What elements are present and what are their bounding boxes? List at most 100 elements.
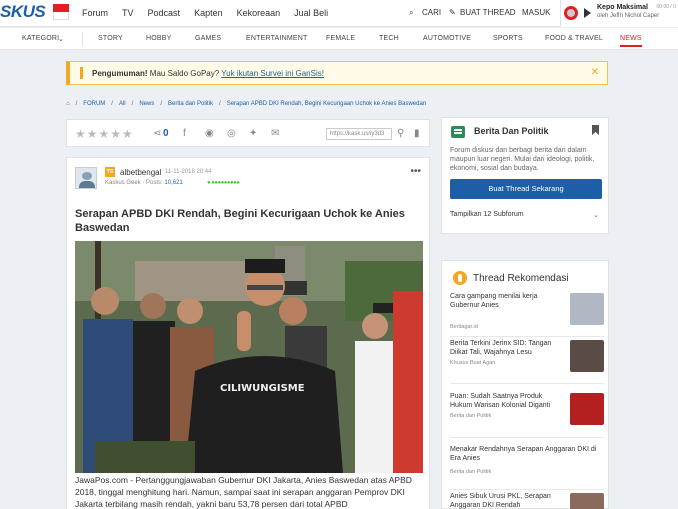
- rec-item-title[interactable]: Anies Sibuk Urusi PKL, Serapan Anggaran …: [450, 493, 556, 509]
- category-female[interactable]: FEMALE: [326, 35, 355, 42]
- login-button[interactable]: MASUK: [522, 8, 550, 17]
- top-navbar: SKUS Forum TV Podcast Kapten Kekoreaan J…: [0, 0, 678, 27]
- more-options-icon[interactable]: •••: [410, 166, 421, 177]
- shirt-text: CILIWUNGISME: [220, 383, 305, 394]
- announcement-banner: Pengumuman! Mau Saldo GoPay? Yuk ikutan …: [66, 61, 608, 85]
- avatar[interactable]: [75, 167, 97, 189]
- whatsapp-icon[interactable]: ◎: [227, 128, 236, 139]
- user-meta: Kaskus Geek · Posts: 10,621: [105, 180, 183, 186]
- announcement-text: Pengumuman! Mau Saldo GoPay? Yuk ikutan …: [92, 69, 324, 78]
- rec-item[interactable]: Anies Sibuk Urusi PKL, Serapan Anggaran …: [450, 493, 604, 509]
- thread-url-field[interactable]: https://kask.us/iy3d3: [326, 128, 392, 140]
- top-nav: Forum TV Podcast Kapten Kekoreaan Jual B…: [82, 8, 328, 18]
- thread-action-bar: ★★★★★ ⋖ 0 f ◉ ◎ ✦ ✉ https://kask.us/iy3d…: [66, 119, 430, 147]
- category-food-travel[interactable]: FOOD & TRAVEL: [545, 35, 603, 42]
- category-story[interactable]: STORY: [98, 35, 123, 42]
- album-disc-icon: [564, 6, 578, 20]
- nav-forum[interactable]: Forum: [82, 8, 108, 18]
- rating-stars-icon[interactable]: ★★★★★: [75, 127, 134, 141]
- create-thread-button[interactable]: BUAT THREAD: [460, 8, 516, 17]
- search-button[interactable]: CARI: [422, 8, 441, 17]
- rec-item-title[interactable]: Berita Terkini Jerinx SID: Tangan Diikat…: [450, 340, 556, 357]
- play-icon[interactable]: [584, 8, 591, 18]
- indonesia-flag-icon: [53, 4, 69, 20]
- category-dropdown[interactable]: KATEGORI: [22, 35, 59, 42]
- recommendation-title: Thread Rekomendasi: [473, 273, 569, 284]
- category-automotive[interactable]: AUTOMOTIVE: [423, 35, 471, 42]
- pencil-icon[interactable]: ✎: [449, 8, 456, 17]
- create-thread-now-button[interactable]: Buat Thread Sekarang: [450, 179, 602, 199]
- kaskus-logo[interactable]: SKUS: [0, 2, 46, 22]
- rec-item-title[interactable]: Menakar Rendahnya Serapan Anggaran DKI d…: [450, 446, 600, 463]
- rec-item-thumbnail[interactable]: [570, 393, 604, 425]
- bookmark-icon[interactable]: ▮: [414, 128, 420, 139]
- thread-photo: CILIWUNGISME: [75, 241, 423, 473]
- category-bar: KATEGORI ⌄ STORY HOBBY GAMES ENTERTAINME…: [0, 28, 678, 50]
- username[interactable]: albetbengal: [120, 168, 161, 177]
- category-hobby[interactable]: HOBBY: [146, 35, 172, 42]
- search-icon[interactable]: ⌕: [409, 8, 413, 18]
- category-games[interactable]: GAMES: [195, 35, 221, 42]
- rec-item[interactable]: Berita Terkini Jerinx SID: Tangan Diikat…: [450, 340, 604, 384]
- rec-item-title[interactable]: Puan: Sudah Saatnya Produk Hukum Warisan…: [450, 393, 556, 410]
- share-icon[interactable]: ⋖: [153, 128, 161, 139]
- chevron-down-icon[interactable]: ⌄: [593, 211, 599, 219]
- announcement-icon: [80, 67, 83, 79]
- rec-item-title[interactable]: Cara gampang menilai kerja Gubernur Anie…: [450, 293, 556, 310]
- email-icon[interactable]: ✉: [271, 128, 279, 139]
- rec-item-thumbnail[interactable]: [570, 493, 604, 509]
- thread-title: Serapan APBD DKI Rendah, Begini Kecuriga…: [75, 208, 405, 234]
- user-role: Kaskus Geek: [105, 180, 141, 186]
- nav-podcast[interactable]: Podcast: [148, 8, 181, 18]
- post-body: JawaPos.com - Pertanggungjawaban Gubernu…: [75, 475, 412, 509]
- rec-item-thumbnail[interactable]: [570, 293, 604, 325]
- divider: [82, 32, 83, 46]
- breadcrumb-forum[interactable]: FORUM: [83, 101, 105, 107]
- forum-title[interactable]: Berita Dan Politik: [474, 126, 549, 136]
- music-player: Kepo Maksimal oleh Jeffri Nichol Caper 0…: [560, 0, 678, 27]
- bookmark-icon[interactable]: [592, 125, 599, 135]
- nav-jual-beli[interactable]: Jual Beli: [294, 8, 328, 18]
- reputation-bar-icon: ● ●●●●●●●●●: [207, 180, 240, 186]
- nav-kapten[interactable]: Kapten: [194, 8, 223, 18]
- nav-kekoreaan[interactable]: Kekoreaan: [237, 8, 281, 18]
- category-tech[interactable]: TECH: [379, 35, 399, 42]
- rec-item[interactable]: Cara gampang menilai kerja Gubernur Anie…: [450, 293, 604, 337]
- forum-category-icon: [451, 126, 465, 138]
- recommendation-box: Thread Rekomendasi Cara gampang menilai …: [441, 260, 609, 509]
- show-subforum-toggle[interactable]: Tampilkan 12 Subforum: [450, 211, 524, 218]
- thread-post: TS albetbengal 11-11-2018 20:44 Kaskus G…: [66, 157, 430, 509]
- link-icon[interactable]: ⚲: [397, 128, 404, 139]
- share-count: 0: [163, 128, 169, 139]
- forum-info-box: Berita Dan Politik Forum diskusi dan ber…: [441, 117, 609, 234]
- rec-item-source: Berita dan Politik: [450, 469, 492, 475]
- info-icon: [453, 271, 467, 285]
- posts-label: Posts:: [146, 180, 163, 186]
- chevron-down-icon[interactable]: ⌄: [58, 35, 64, 43]
- twitter-icon[interactable]: ✦: [249, 128, 257, 139]
- breadcrumb-berita-politik[interactable]: Berita dan Politik: [168, 101, 213, 107]
- category-sports[interactable]: SPORTS: [493, 35, 523, 42]
- track-artist: oleh Jeffri Nichol Caper: [597, 13, 660, 19]
- breadcrumb-all[interactable]: All: [119, 101, 126, 107]
- post-date: 11-11-2018 20:44: [165, 169, 212, 175]
- home-icon[interactable]: ⌂: [66, 101, 70, 107]
- track-title: Kepo Maksimal: [597, 4, 648, 11]
- category-entertainment[interactable]: ENTERTAINMENT: [246, 35, 307, 42]
- close-icon[interactable]: ✕: [591, 67, 599, 78]
- announcement-message: Mau Saldo GoPay?: [149, 69, 220, 78]
- breadcrumb-news[interactable]: News: [139, 101, 154, 107]
- category-news[interactable]: NEWS: [620, 35, 642, 47]
- survey-link[interactable]: Yuk ikutan Survei ini GanSis!: [221, 69, 324, 78]
- forum-description: Forum diskusi dan berbagi berita dari da…: [450, 147, 595, 172]
- facebook-icon[interactable]: f: [183, 128, 186, 139]
- posts-count[interactable]: 10,621: [164, 180, 182, 186]
- rec-item-thumbnail[interactable]: [570, 340, 604, 372]
- breadcrumb: ⌂ / FORUM / All / News / Berita dan Poli…: [66, 101, 427, 107]
- photo-illustration: CILIWUNGISME: [75, 241, 423, 473]
- rec-item[interactable]: Puan: Sudah Saatnya Produk Hukum Warisan…: [450, 393, 604, 438]
- rec-item[interactable]: Menakar Rendahnya Serapan Anggaran DKI d…: [450, 446, 604, 490]
- messenger-icon[interactable]: ◉: [205, 128, 214, 139]
- nav-tv[interactable]: TV: [122, 8, 134, 18]
- breadcrumb-current-thread: Serapan APBD DKI Rendah, Begini Kecuriga…: [226, 101, 427, 107]
